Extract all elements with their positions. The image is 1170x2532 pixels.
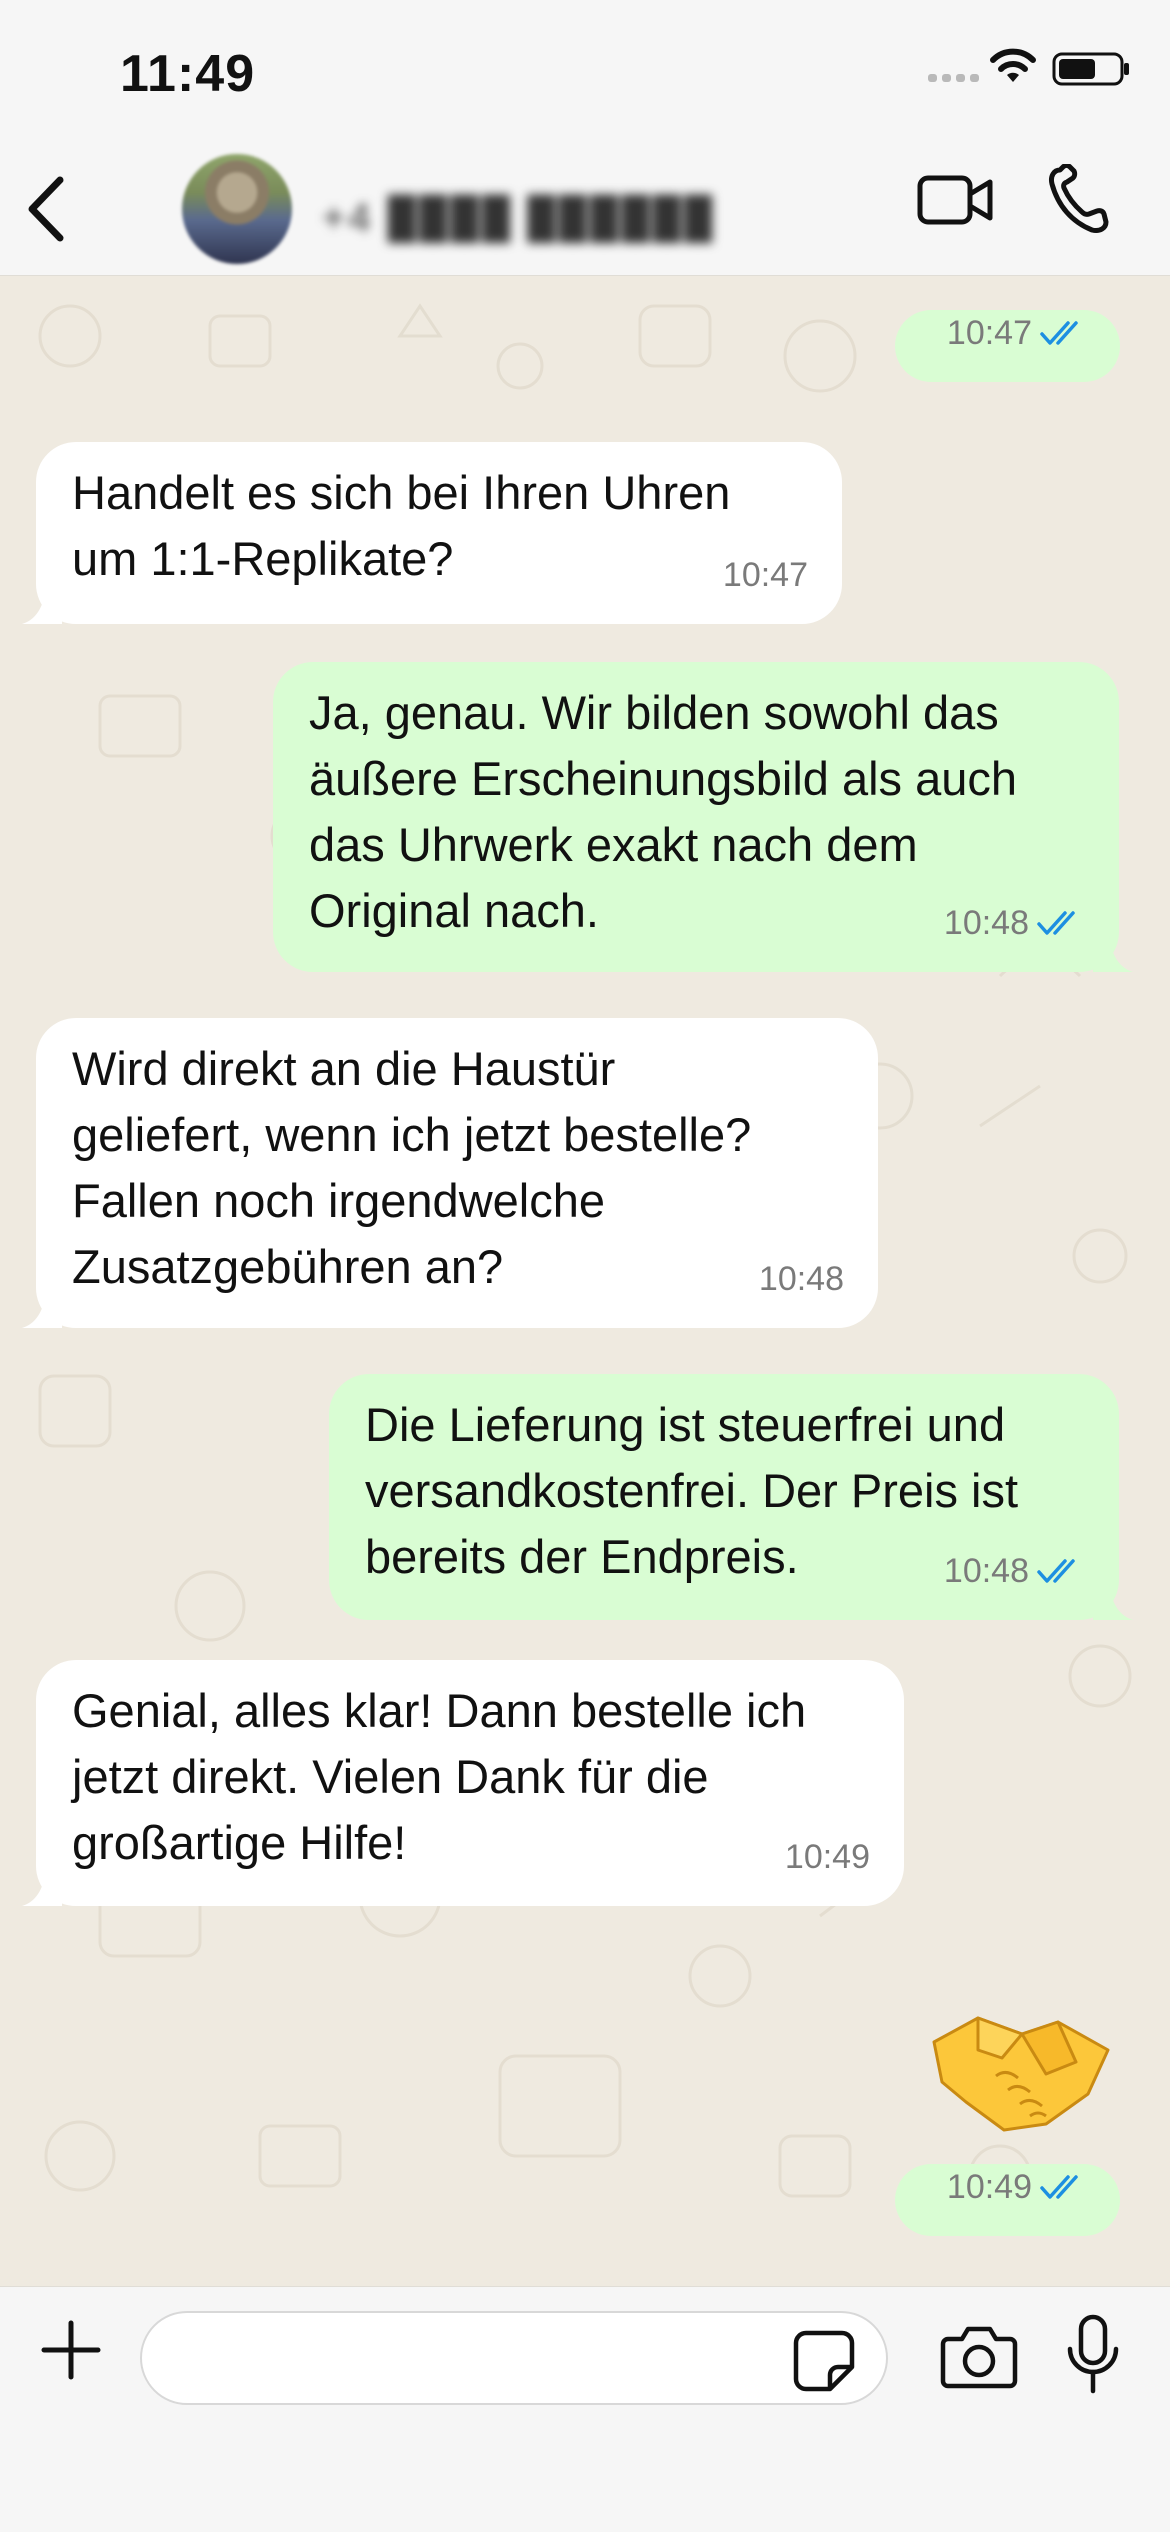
bubble-tail (1093, 1584, 1133, 1620)
message-meta: 10:48 (944, 1538, 1085, 1604)
phone-call-icon[interactable] (1046, 164, 1110, 234)
message-meta: 10:48 (759, 1246, 844, 1312)
message-bubble-outgoing[interactable]: Die Lieferung ist steuerfrei und versand… (329, 1374, 1133, 1620)
message-text: Wird direkt an die Haustür geliefert, we… (72, 1042, 752, 1293)
chat-header: +4 ████ ██████ (0, 150, 1170, 276)
message-text: Handelt es sich bei Ihren Uhren um 1:1-R… (72, 466, 731, 585)
message-time: 10:49 (784, 1838, 870, 1876)
message-time: 10:48 (943, 1552, 1029, 1590)
microphone-icon[interactable] (1064, 2313, 1122, 2397)
message-bubble-outgoing[interactable]: 10:49 (895, 2164, 1120, 2236)
message-input[interactable] (140, 2311, 888, 2405)
bubble-tail (22, 1292, 62, 1328)
message-time: 10:47 (722, 556, 808, 594)
message-text: Genial, alles klar! Dann bestelle ich je… (72, 1684, 807, 1869)
contact-avatar[interactable] (182, 154, 292, 264)
read-receipt-icon (1037, 1559, 1075, 1583)
status-time: 11:49 (120, 45, 256, 103)
sticker-icon[interactable] (792, 2329, 856, 2393)
message-time: 10:49 (946, 2168, 1032, 2206)
read-receipt-icon (1040, 321, 1078, 345)
message-meta: 10:47 (723, 542, 808, 608)
bubble-tail (22, 588, 62, 624)
read-receipt-icon (1040, 2175, 1078, 2199)
read-receipt-icon (1037, 911, 1075, 935)
message-bubble-outgoing[interactable]: Ja, genau. Wir bilden sowohl das äußere … (273, 662, 1133, 972)
battery-icon (1052, 52, 1129, 86)
message-meta: 10:47 (947, 300, 1088, 366)
message-input-bar (0, 2286, 1170, 2532)
status-bar: 11:49 (0, 0, 1170, 150)
camera-icon[interactable] (940, 2323, 1018, 2389)
cellular-signal-icon (928, 74, 980, 82)
bubble-tail (22, 1870, 62, 1906)
message-meta: 10:49 (785, 1824, 870, 1890)
message-meta: 10:49 (947, 2154, 1088, 2220)
message-list[interactable]: 10:47 Handelt es sich bei Ihren Uhren um… (0, 276, 1170, 2286)
contact-name[interactable]: +4 ████ ██████ (322, 196, 715, 240)
message-bubble-incoming[interactable]: Wird direkt an die Haustür geliefert, we… (22, 1018, 878, 1328)
bubble-tail (1093, 936, 1133, 972)
message-bubble-incoming[interactable]: Handelt es sich bei Ihren Uhren um 1:1-R… (22, 442, 842, 624)
handshake-emoji[interactable] (926, 1998, 1116, 2138)
message-time: 10:48 (943, 904, 1029, 942)
message-time: 10:48 (758, 1260, 844, 1298)
message-bubble-incoming[interactable]: Genial, alles klar! Dann bestelle ich je… (22, 1660, 904, 1906)
video-call-icon[interactable] (916, 168, 996, 232)
message-time: 10:47 (946, 314, 1032, 352)
message-meta: 10:48 (944, 890, 1085, 956)
wifi-icon (990, 48, 1036, 82)
plus-icon[interactable] (38, 2317, 104, 2383)
chevron-left-icon[interactable] (22, 174, 70, 244)
message-bubble-outgoing[interactable]: 10:47 (895, 310, 1120, 382)
